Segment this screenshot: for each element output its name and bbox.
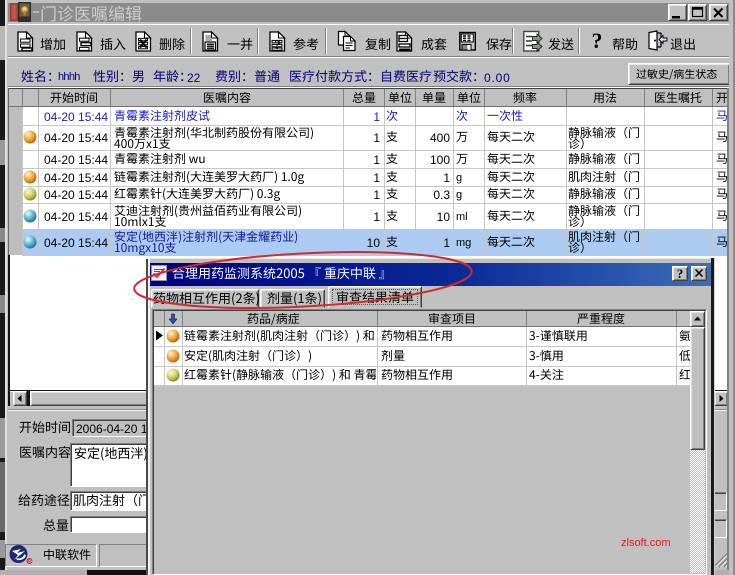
svg-text:?: ? [677, 266, 684, 281]
svg-text:?: ? [274, 37, 281, 52]
svg-text:?: ? [592, 29, 603, 52]
